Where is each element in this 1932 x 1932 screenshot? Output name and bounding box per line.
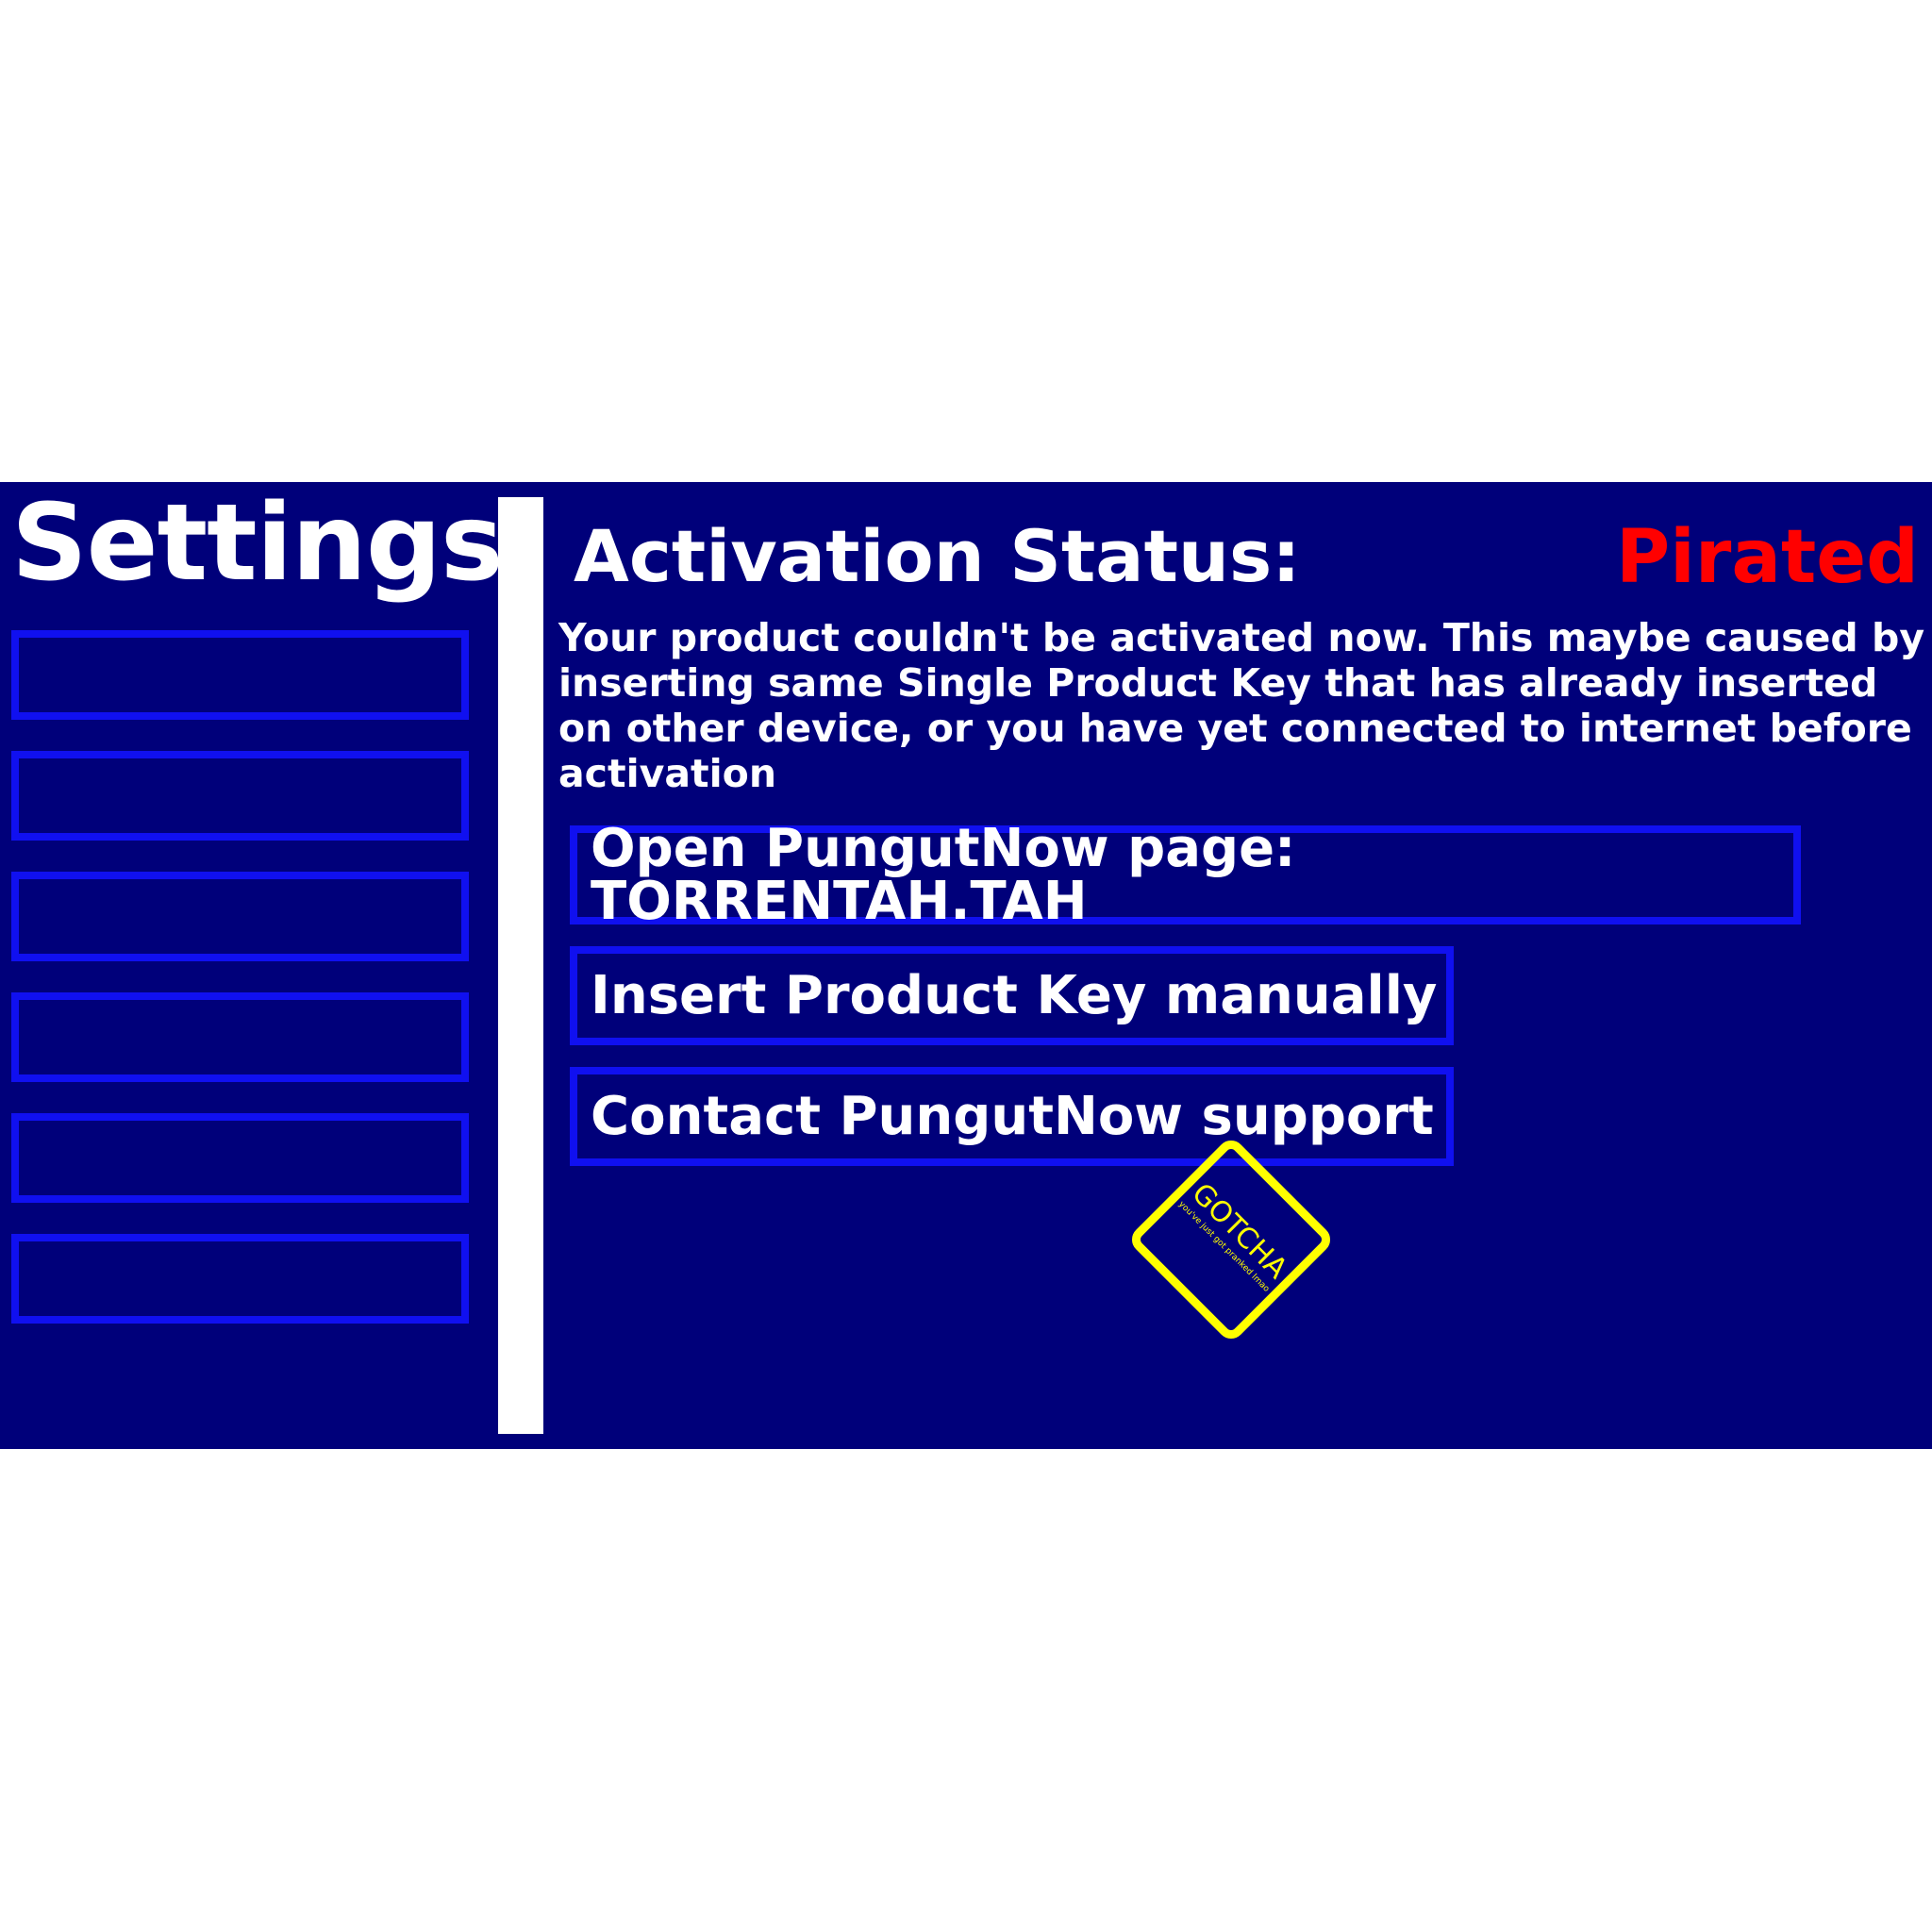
sidebar-item-1[interactable] [11,630,469,720]
insert-product-key-button-label: Insert Product Key manually [591,964,1438,1026]
open-page-button-label: Open PungutNow page: TORRENTAH.TAH [591,817,1296,932]
sidebar-divider[interactable] [498,497,543,1434]
sidebar-title: Settings [11,482,504,605]
activation-message: Your product couldn't be activated now. … [558,615,1925,796]
sidebar-item-6[interactable] [11,1234,469,1324]
sidebar-item-4[interactable] [11,992,469,1082]
activation-status-label: Activation Status: [574,514,1301,598]
sidebar-item-5[interactable] [11,1113,469,1203]
sidebar-item-3[interactable] [11,872,469,961]
open-page-button[interactable]: Open PungutNow page: TORRENTAH.TAH [570,822,1801,927]
page: Settings Activation Status: Pirated Your… [0,0,1932,1932]
activation-status-value: Pirated [1615,515,1919,600]
sidebar-item-2[interactable] [11,751,469,841]
insert-product-key-button[interactable]: Insert Product Key manually [570,946,1454,1045]
gotcha-stamp: GOTCHA you've just got pranked lmao [1131,1140,1331,1340]
